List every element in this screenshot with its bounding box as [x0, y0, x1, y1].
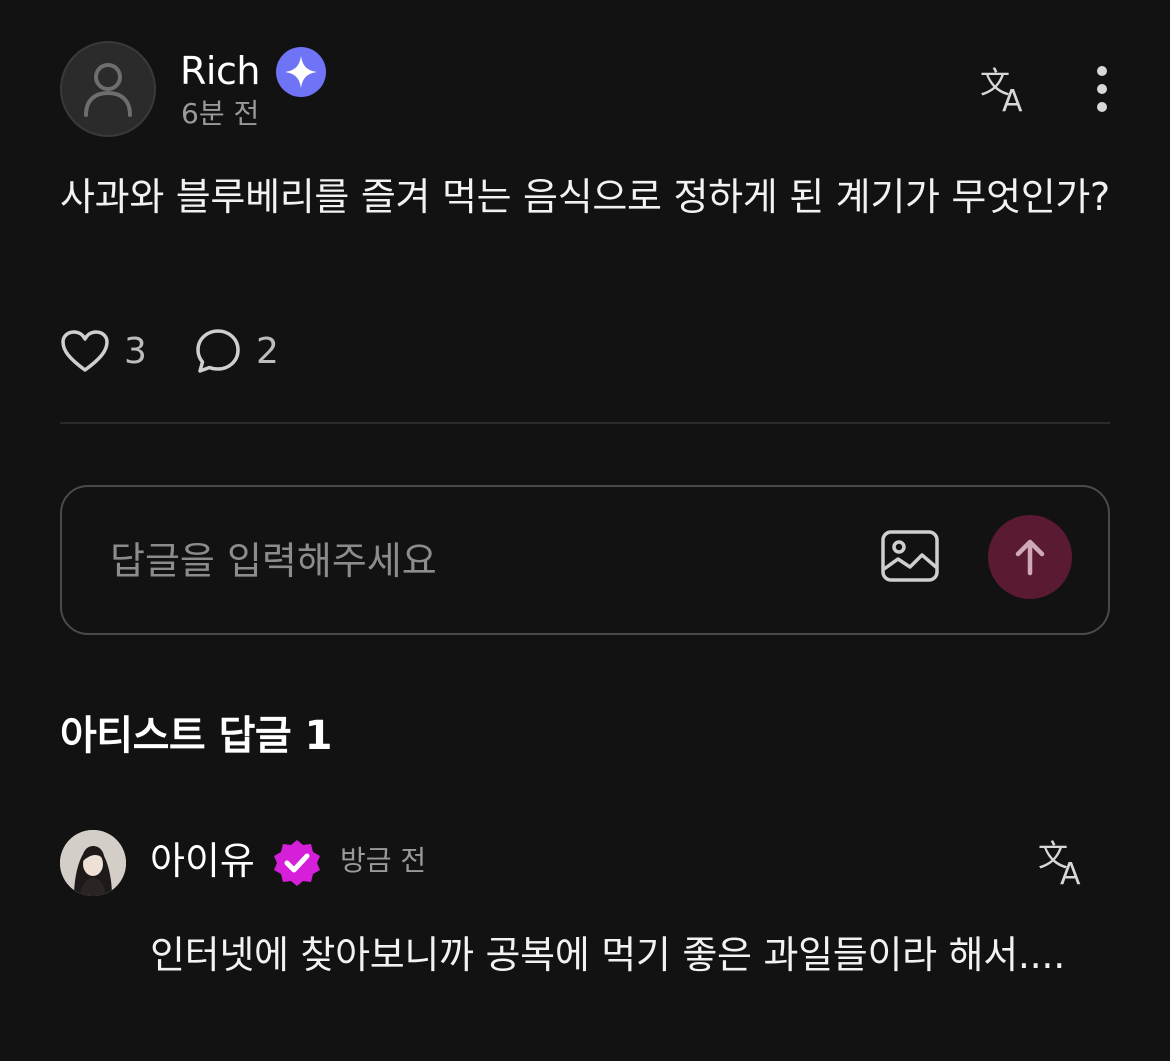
- heart-icon: [61, 330, 109, 372]
- post-detail-page: Rich 6분 전 文 A 사과와 블루베리를 즐겨 먹는 음식으로 정하게 된…: [0, 0, 1170, 1061]
- artist-name[interactable]: 아이유: [150, 838, 255, 884]
- send-button[interactable]: [988, 515, 1072, 599]
- reply-translate-button[interactable]: 文 A: [1036, 836, 1092, 892]
- reply-input[interactable]: [110, 531, 810, 591]
- comment-count: 2: [256, 330, 279, 372]
- post-actions: 3 2: [60, 325, 460, 377]
- reply-composer: [60, 485, 1110, 635]
- reply-body: 인터넷에 찾아보니까 공복에 먹기 좋은 과일들이라 해서....: [150, 933, 1065, 977]
- translate-icon: 文 A: [1038, 839, 1081, 892]
- post-header: Rich 6분 전 文 A: [60, 41, 1110, 137]
- more-options-button[interactable]: [1084, 63, 1120, 115]
- image-icon: [881, 530, 939, 582]
- artist-avatar-image: [60, 830, 126, 896]
- arrow-up-icon: [1015, 539, 1045, 576]
- like-count: 3: [124, 330, 147, 372]
- attach-image-button[interactable]: [880, 529, 940, 585]
- post-body: 사과와 블루베리를 즐겨 먹는 음식으로 정하게 된 계기가 무엇인가?: [60, 175, 1110, 219]
- author-avatar[interactable]: [60, 41, 156, 137]
- sparkle-badge-icon: [276, 47, 326, 97]
- like-button[interactable]: 3: [60, 325, 147, 377]
- comment-bubble-icon: [196, 329, 240, 373]
- artist-replies-heading: 아티스트 답글 1: [60, 713, 332, 759]
- author-name[interactable]: Rich: [180, 49, 260, 93]
- artist-reply: 아이유 방금 전 文 A 인터넷에 찾아보니까 공복에 먹기 좋은 과일들이라 …: [60, 828, 1110, 1061]
- translate-button[interactable]: 文 A: [978, 63, 1034, 119]
- comment-button[interactable]: 2: [194, 325, 279, 377]
- translate-icon: 文 A: [980, 66, 1023, 119]
- post-time: 6분 전: [181, 97, 260, 130]
- artist-avatar[interactable]: [60, 830, 126, 896]
- verified-badge-icon: [274, 840, 320, 886]
- divider: [60, 422, 1110, 424]
- svg-text:A: A: [1002, 84, 1023, 115]
- svg-text:A: A: [1060, 857, 1081, 888]
- user-placeholder-icon: [84, 63, 132, 117]
- reply-time: 방금 전: [340, 844, 427, 877]
- more-vertical-icon: [1097, 66, 1107, 112]
